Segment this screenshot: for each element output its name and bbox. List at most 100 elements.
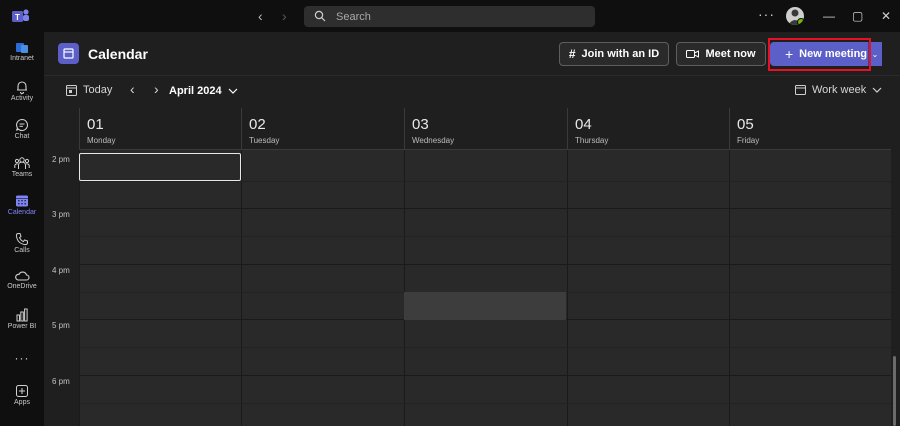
back-arrow-icon[interactable]: ‹ — [258, 8, 263, 24]
bell-icon — [17, 81, 27, 94]
rail-label: Teams — [11, 171, 33, 178]
rail-label: Calls — [14, 247, 30, 254]
hour-line — [79, 264, 891, 265]
day-header[interactable]: 03 Wednesday — [404, 108, 567, 150]
chart-icon — [16, 308, 28, 322]
teams-logo-icon: T — [12, 9, 29, 22]
vertical-scrollbar[interactable] — [893, 356, 896, 426]
title-bar: T ‹ › ··· — ▢ ✕ — [0, 0, 900, 32]
rail-item-apps[interactable]: Apps — [0, 384, 44, 422]
today-label: Today — [83, 84, 113, 96]
rail-item-chat[interactable]: Chat — [0, 118, 44, 156]
day-column[interactable] — [404, 150, 567, 426]
more-options-button[interactable]: ··· — [758, 6, 775, 22]
hovered-time-slot[interactable] — [404, 292, 566, 320]
maximize-button[interactable]: ▢ — [852, 9, 863, 23]
day-header[interactable]: 04 Thursday — [567, 108, 729, 150]
calendar-icon — [16, 195, 28, 207]
half-hour-line — [79, 403, 891, 404]
hour-line — [79, 375, 891, 376]
rail-item-calls[interactable]: Calls — [0, 232, 44, 270]
join-with-id-button[interactable]: # Join with an ID — [559, 42, 669, 66]
close-button[interactable]: ✕ — [881, 9, 891, 23]
hash-icon: # — [568, 47, 576, 61]
rail-label: Apps — [14, 399, 30, 406]
search-input[interactable] — [336, 8, 586, 25]
day-number: 03 — [412, 116, 429, 133]
day-header[interactable]: 05 Friday — [729, 108, 891, 150]
selected-time-slot[interactable] — [79, 153, 241, 181]
app-rail: Intranet Activity Chat Teams Calendar Ca… — [0, 32, 44, 426]
teams-icon — [14, 157, 30, 169]
calendar-toolbar: Today ‹ › April 2024 Work week — [44, 76, 900, 108]
rail-label: Intranet — [10, 55, 34, 62]
rail-item-onedrive[interactable]: OneDrive — [0, 270, 44, 308]
view-switcher[interactable]: Work week — [795, 84, 882, 96]
previous-week-button[interactable]: ‹ — [130, 81, 135, 97]
time-label: 6 pm — [52, 377, 70, 386]
time-label: 4 pm — [52, 266, 70, 275]
time-label: 2 pm — [52, 155, 70, 164]
minimize-button[interactable]: — — [823, 9, 835, 23]
add-app-icon — [16, 385, 28, 397]
page-header: Calendar # Join with an ID Meet now + Ne… — [44, 32, 900, 76]
chevron-down-icon: ⌄ — [871, 49, 879, 59]
time-label: 3 pm — [52, 210, 70, 219]
calendar-grid: 01 Monday 02 Tuesday 03 Wednesday 04 Thu… — [44, 108, 900, 426]
work-week-icon — [795, 85, 806, 95]
new-meeting-label: New meeting — [799, 48, 868, 60]
half-hour-line — [79, 236, 891, 237]
month-picker[interactable]: April 2024 — [169, 85, 238, 97]
time-slots[interactable] — [79, 150, 891, 426]
rail-item-calendar[interactable]: Calendar — [0, 194, 44, 232]
join-with-id-label: Join with an ID — [581, 48, 660, 60]
chevron-down-icon — [872, 87, 882, 93]
half-hour-line — [79, 181, 891, 182]
page-title: Calendar — [88, 46, 148, 62]
day-column[interactable] — [729, 150, 891, 426]
rail-item-power-bi[interactable]: Power BI — [0, 308, 44, 346]
search-box[interactable] — [304, 6, 595, 27]
cloud-icon — [15, 271, 30, 281]
rail-more-button[interactable]: ··· — [0, 350, 44, 368]
half-hour-line — [79, 347, 891, 348]
day-number: 01 — [87, 116, 104, 133]
chat-icon — [15, 118, 28, 132]
new-meeting-dropdown-button[interactable]: ⌄ — [868, 42, 881, 66]
rail-label: Chat — [14, 133, 30, 140]
day-name: Tuesday — [249, 136, 280, 145]
intranet-icon — [16, 43, 28, 53]
view-label: Work week — [812, 84, 867, 96]
new-meeting-button[interactable]: + New meeting — [770, 42, 882, 66]
day-column[interactable] — [241, 150, 404, 426]
next-week-button[interactable]: › — [154, 81, 159, 97]
forward-arrow-icon[interactable]: › — [282, 8, 287, 24]
time-column: 2 pm 3 pm 4 pm 5 pm 6 pm — [44, 150, 79, 426]
day-number: 02 — [249, 116, 266, 133]
day-column[interactable] — [567, 150, 729, 426]
search-icon — [314, 10, 326, 22]
meet-now-button[interactable]: Meet now — [676, 42, 766, 66]
day-header[interactable]: 02 Tuesday — [241, 108, 404, 150]
rail-item-activity[interactable]: Activity — [0, 80, 44, 118]
chevron-down-icon — [228, 88, 238, 94]
today-button[interactable]: Today — [66, 84, 112, 96]
plus-icon: + — [784, 46, 794, 62]
day-number: 05 — [737, 116, 754, 133]
calendar-app-icon — [58, 43, 79, 64]
day-header[interactable]: 01 Monday — [79, 108, 241, 150]
rail-label: Calendar — [7, 209, 37, 216]
video-camera-icon — [686, 50, 700, 58]
svg-text:T: T — [15, 13, 20, 22]
meet-now-label: Meet now — [705, 48, 756, 60]
avatar[interactable] — [786, 7, 804, 25]
rail-item-intranet[interactable]: Intranet — [0, 42, 44, 80]
rail-label: OneDrive — [7, 283, 37, 290]
calendar-today-icon — [66, 84, 77, 96]
day-column[interactable] — [79, 150, 241, 426]
rail-item-teams[interactable]: Teams — [0, 156, 44, 194]
day-name: Wednesday — [412, 136, 455, 145]
rail-label: Power BI — [7, 323, 37, 330]
day-name: Monday — [87, 136, 116, 145]
day-number: 04 — [575, 116, 592, 133]
